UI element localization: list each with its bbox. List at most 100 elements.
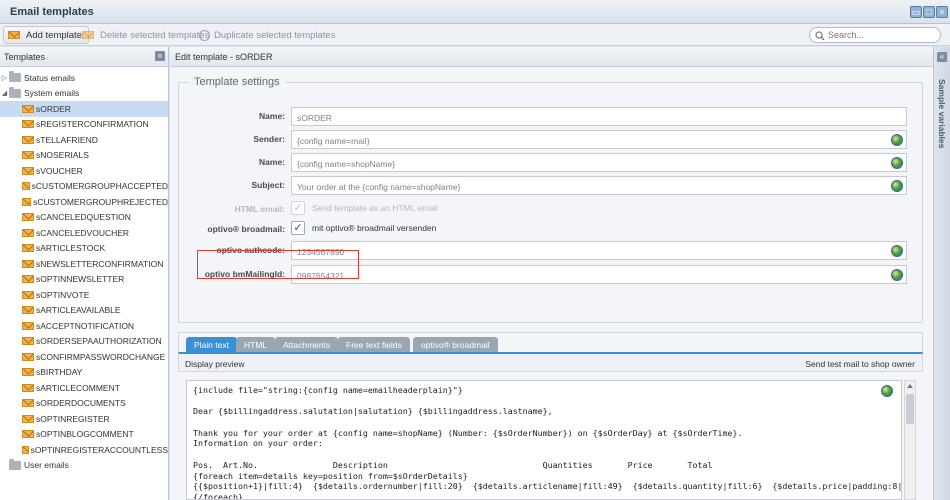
search-box[interactable] xyxy=(809,27,941,43)
broadmail-label: optivo® broadmail: xyxy=(207,224,285,234)
tree-item[interactable]: sARTICLEAVAILABLE xyxy=(0,303,168,319)
mail-template-icon xyxy=(22,352,34,361)
mailingid-field[interactable]: 0987654321 xyxy=(291,265,907,284)
tree-item[interactable]: sCANCELEDQUESTION xyxy=(0,210,168,226)
expand-right-icon[interactable]: « xyxy=(937,52,947,62)
tab-attachments[interactable]: Attachments xyxy=(275,337,339,353)
tree-item[interactable]: sARTICLESTOCK xyxy=(0,241,168,257)
mail-template-icon xyxy=(22,399,34,408)
mail-template-icon xyxy=(22,104,34,113)
tree-item[interactable]: sOPTINVOTE xyxy=(0,287,168,303)
tree-item-label: sCANCELEDVOUCHER xyxy=(36,227,130,238)
tree-item-label: sCANCELEDQUESTION xyxy=(36,212,131,223)
html-email-checkbox[interactable]: ✓ xyxy=(291,201,305,215)
tree-item[interactable]: sORDERSEPAAUTHORIZATION xyxy=(0,334,168,350)
sender-field[interactable]: {config name=mail} xyxy=(291,130,907,149)
tree-group-system[interactable]: ◢ System emails xyxy=(0,86,168,102)
template-settings-fieldset: Template settings Name: sORDER Sender: {… xyxy=(178,76,923,323)
template-code[interactable]: {include file="string:{config name=email… xyxy=(193,385,901,500)
tree-item[interactable]: sORDERDOCUMENTS xyxy=(0,396,168,412)
window-titlebar: Email templates ▭ □ × xyxy=(0,0,950,24)
toolbar: Add template Delete selected templates D… xyxy=(0,24,950,46)
tree-item[interactable]: sOPTINBLOGCOMMENT xyxy=(0,427,168,443)
tree-item-label: sBIRTHDAY xyxy=(36,367,83,378)
expand-arrow-icon[interactable]: ▷ xyxy=(0,74,9,82)
add-template-button[interactable]: Add template xyxy=(3,26,89,44)
tree-item[interactable]: sOPTINREGISTER xyxy=(0,411,168,427)
tree-item-label: sOPTINBLOGCOMMENT xyxy=(36,429,134,440)
close-icon[interactable]: × xyxy=(936,6,948,18)
duplicate-templates-button[interactable]: Duplicate selected templates xyxy=(195,26,341,44)
tree-item-label: sACCEPTNOTIFICATION xyxy=(36,320,135,331)
tree-group-label: Status emails xyxy=(24,72,76,83)
fromname-field[interactable]: {config name=shopName} xyxy=(291,153,907,172)
minimize-icon[interactable]: ▭ xyxy=(910,6,922,18)
broadmail-row: optivo® broadmail: ✓ mit optivo® broadma… xyxy=(179,220,924,240)
scroll-up-icon[interactable] xyxy=(907,384,913,388)
authcode-field[interactable]: 1234567890 xyxy=(291,241,907,260)
tab-html[interactable]: HTML xyxy=(236,337,276,353)
tree-group-status[interactable]: ▷ Status emails xyxy=(0,70,168,86)
mail-template-icon xyxy=(22,120,34,129)
tree-item[interactable]: sREGISTERCONFIRMATION xyxy=(0,117,168,133)
tree-item[interactable]: sTELLAFRIEND xyxy=(0,132,168,148)
translate-globe-icon[interactable] xyxy=(891,134,903,146)
translate-globe-icon[interactable] xyxy=(881,385,893,397)
tree-item[interactable]: sNEWSLETTERCONFIRMATION xyxy=(0,256,168,272)
mail-template-icon xyxy=(22,321,34,330)
sample-variables-panel[interactable]: « Sample variables xyxy=(933,47,950,500)
name-field[interactable]: sORDER xyxy=(291,107,907,126)
name-label: Name: xyxy=(259,111,285,121)
translate-globe-icon[interactable] xyxy=(891,157,903,169)
edit-panel-header: Edit template - sORDER xyxy=(170,47,933,67)
translate-globe-icon[interactable] xyxy=(891,245,903,257)
tree-item[interactable]: sNOSERIALS xyxy=(0,148,168,164)
template-settings-title: Template settings xyxy=(194,76,280,88)
tab-plain-text[interactable]: Plain text xyxy=(186,337,237,353)
tab-free-text-fields[interactable]: Free text fields xyxy=(338,337,410,353)
mail-template-icon xyxy=(22,430,34,439)
collapse-arrow-icon[interactable]: ◢ xyxy=(0,89,9,97)
tree-item[interactable]: sCANCELEDVOUCHER xyxy=(0,225,168,241)
tree-item[interactable]: sORDER xyxy=(0,101,168,117)
mail-template-icon xyxy=(22,244,34,253)
code-line: {/foreach} xyxy=(193,491,243,500)
code-line: Pos. Art.No. Description Quantities Pric… xyxy=(193,459,713,470)
tree-item-label: sNEWSLETTERCONFIRMATION xyxy=(36,258,164,269)
tree-item[interactable]: sOPTINREGISTERACCOUNTLESS xyxy=(0,442,168,458)
mail-template-icon xyxy=(22,166,34,175)
scroll-thumb[interactable] xyxy=(906,394,914,424)
tree-item[interactable]: sVOUCHER xyxy=(0,163,168,179)
editor-scrollbar[interactable] xyxy=(904,380,916,500)
tree-item[interactable]: sOPTINNEWSLETTER xyxy=(0,272,168,288)
translate-globe-icon[interactable] xyxy=(891,269,903,281)
code-line: Thank you for your order at {config name… xyxy=(193,427,743,438)
subject-field[interactable]: Your order at the {config name=shopName} xyxy=(291,176,907,195)
edit-panel: Template settings Name: sORDER Sender: {… xyxy=(170,67,933,500)
tree-group-user[interactable]: User emails xyxy=(0,458,168,474)
tab-optivo-broadmail[interactable]: optivo® broadmail xyxy=(413,337,498,353)
template-editor[interactable]: {include file="string:{config name=email… xyxy=(186,380,902,500)
mail-template-icon xyxy=(22,197,32,206)
tree-item[interactable]: sACCEPTNOTIFICATION xyxy=(0,318,168,334)
tree-item[interactable]: sBIRTHDAY xyxy=(0,365,168,381)
translate-globe-icon[interactable] xyxy=(891,180,903,192)
tree-item[interactable]: sCUSTOMERGROUPHREJECTED xyxy=(0,194,168,210)
maximize-icon[interactable]: □ xyxy=(923,6,935,18)
collapse-left-icon[interactable]: « xyxy=(155,51,165,61)
tree-item[interactable]: sCONFIRMPASSWORDCHANGE xyxy=(0,349,168,365)
send-test-mail-button[interactable]: Send test mail to shop owner xyxy=(805,359,915,369)
tree-item-label: sVOUCHER xyxy=(36,165,83,176)
display-preview-label[interactable]: Display preview xyxy=(185,359,245,369)
broadmail-checkbox[interactable]: ✓ xyxy=(291,221,305,235)
tree-item[interactable]: sARTICLECOMMENT xyxy=(0,380,168,396)
search-input[interactable] xyxy=(828,29,932,41)
folder-icon xyxy=(9,71,21,83)
tree-item-label: sTELLAFRIEND xyxy=(36,134,98,145)
tree-item-label: sORDERDOCUMENTS xyxy=(36,398,126,409)
tree-item[interactable]: sCUSTOMERGROUPHACCEPTED xyxy=(0,179,168,195)
content-tabs: Plain text HTML Attachments Free text fi… xyxy=(178,332,923,353)
tree-item-label: sOPTINVOTE xyxy=(36,289,90,300)
fromname-value: {config name=shopName} xyxy=(297,159,396,169)
tree-item-label: sOPTINREGISTER xyxy=(36,413,110,424)
